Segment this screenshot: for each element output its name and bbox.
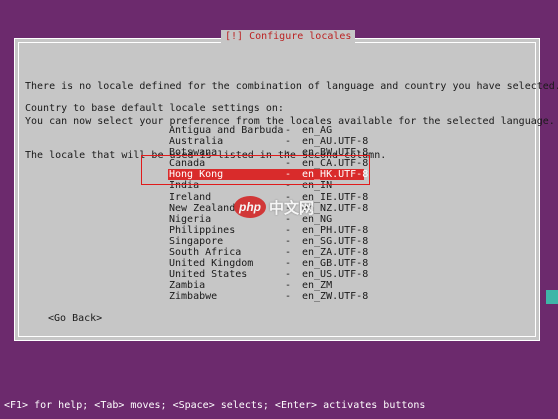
locale-separator: - — [285, 224, 292, 236]
locale-country: Canada — [169, 158, 206, 170]
locale-separator: - — [285, 158, 292, 170]
locale-country: Ireland — [169, 191, 212, 203]
configure-locales-dialog: [!] Configure locales There is no locale… — [14, 30, 558, 341]
locale-code: en_GB.UTF-8 — [302, 258, 369, 270]
locale-separator: - — [285, 258, 292, 270]
locale-code: en_AU.UTF-8 — [302, 136, 369, 148]
locale-option[interactable]: Ireland - en_IE.UTF-8 — [168, 191, 369, 203]
locale-separator: - — [285, 191, 292, 203]
locale-option[interactable]: Hong Kong - en_HK.UTF-8 — [168, 169, 369, 181]
locale-separator: - — [285, 213, 292, 225]
locale-code: en_CA.UTF-8 — [302, 158, 369, 170]
locale-country: Singapore — [169, 235, 224, 247]
locale-option[interactable]: Zimbabwe - en_ZW.UTF-8 — [168, 291, 369, 303]
locale-option[interactable]: New Zealand - en_NZ.UTF-8 — [168, 202, 369, 214]
locale-separator: - — [285, 280, 292, 292]
locale-country: New Zealand — [169, 202, 236, 214]
country-prompt: Country to base default locale settings … — [25, 103, 284, 114]
locale-option[interactable]: Antigua and Barbuda - en_AG — [168, 125, 364, 136]
locale-country: Australia — [169, 136, 224, 148]
locale-option[interactable]: United Kingdom - en_GB.UTF-8 — [168, 258, 369, 270]
locale-country: United States — [169, 269, 248, 281]
side-tab-marker — [546, 290, 558, 304]
locale-option[interactable]: Nigeria - en_NG — [168, 214, 364, 225]
locale-separator: - — [285, 291, 292, 303]
locale-separator: - — [285, 180, 292, 192]
locale-code: en_ZA.UTF-8 — [302, 247, 369, 259]
description-line: There is no locale defined for the combi… — [25, 81, 558, 92]
status-bar: <F1> for help; <Tab> moves; <Space> sele… — [4, 400, 426, 411]
locale-code: en_PH.UTF-8 — [302, 224, 369, 236]
locale-option[interactable]: India - en_IN — [168, 180, 364, 191]
locale-code: en_IN — [302, 180, 333, 192]
locale-code: en_NG — [302, 213, 333, 225]
locale-list[interactable]: Antigua and Barbuda - en_AG Australia - en_AU… — [168, 125, 369, 303]
locale-code: en_ZM — [302, 280, 333, 292]
locale-separator: - — [285, 202, 292, 214]
locale-country: Philippines — [169, 224, 236, 236]
locale-country: Nigeria — [169, 213, 212, 225]
go-back-button[interactable]: <Go Back> — [48, 313, 102, 325]
locale-country: Hong Kong — [169, 169, 224, 181]
dialog-title: [!] Configure locales — [221, 30, 356, 44]
locale-separator: - — [285, 169, 292, 181]
locale-country: United Kingdom — [169, 258, 254, 270]
locale-country: South Africa — [169, 247, 242, 259]
locale-code: en_BW.UTF-8 — [302, 147, 369, 159]
locale-country: Antigua and Barbuda — [169, 125, 284, 136]
locale-country: Zimbabwe — [169, 291, 218, 303]
locale-code: en_AG — [302, 125, 333, 136]
locale-option[interactable]: Singapore - en_SG.UTF-8 — [168, 235, 369, 247]
locale-option[interactable]: Zambia - en_ZM — [168, 280, 364, 291]
locale-code: en_SG.UTF-8 — [302, 235, 369, 247]
locale-code: en_NZ.UTF-8 — [302, 202, 369, 214]
locale-country: India — [169, 180, 200, 192]
locale-option[interactable]: United States - en_US.UTF-8 — [168, 269, 369, 281]
locale-separator: - — [285, 125, 292, 136]
locale-separator: - — [285, 247, 292, 259]
locale-separator: - — [285, 136, 292, 148]
locale-option[interactable]: Canada - en_CA.UTF-8 — [168, 158, 369, 170]
locale-option[interactable]: Botswana - en_BW.UTF-8 — [168, 147, 369, 159]
locale-code: en_HK.UTF-8 — [302, 169, 369, 181]
locale-separator: - — [285, 269, 292, 281]
locale-separator: - — [285, 147, 292, 159]
locale-option[interactable]: South Africa - en_ZA.UTF-8 — [168, 247, 369, 259]
locale-code: en_US.UTF-8 — [302, 269, 369, 281]
locale-separator: - — [285, 235, 292, 247]
locale-option[interactable]: Philippines - en_PH.UTF-8 — [168, 224, 369, 236]
locale-country: Zambia — [169, 280, 206, 292]
locale-option[interactable]: Australia - en_AU.UTF-8 — [168, 136, 369, 148]
locale-code: en_ZW.UTF-8 — [302, 291, 369, 303]
locale-code: en_IE.UTF-8 — [302, 191, 369, 203]
locale-country: Botswana — [169, 147, 218, 159]
